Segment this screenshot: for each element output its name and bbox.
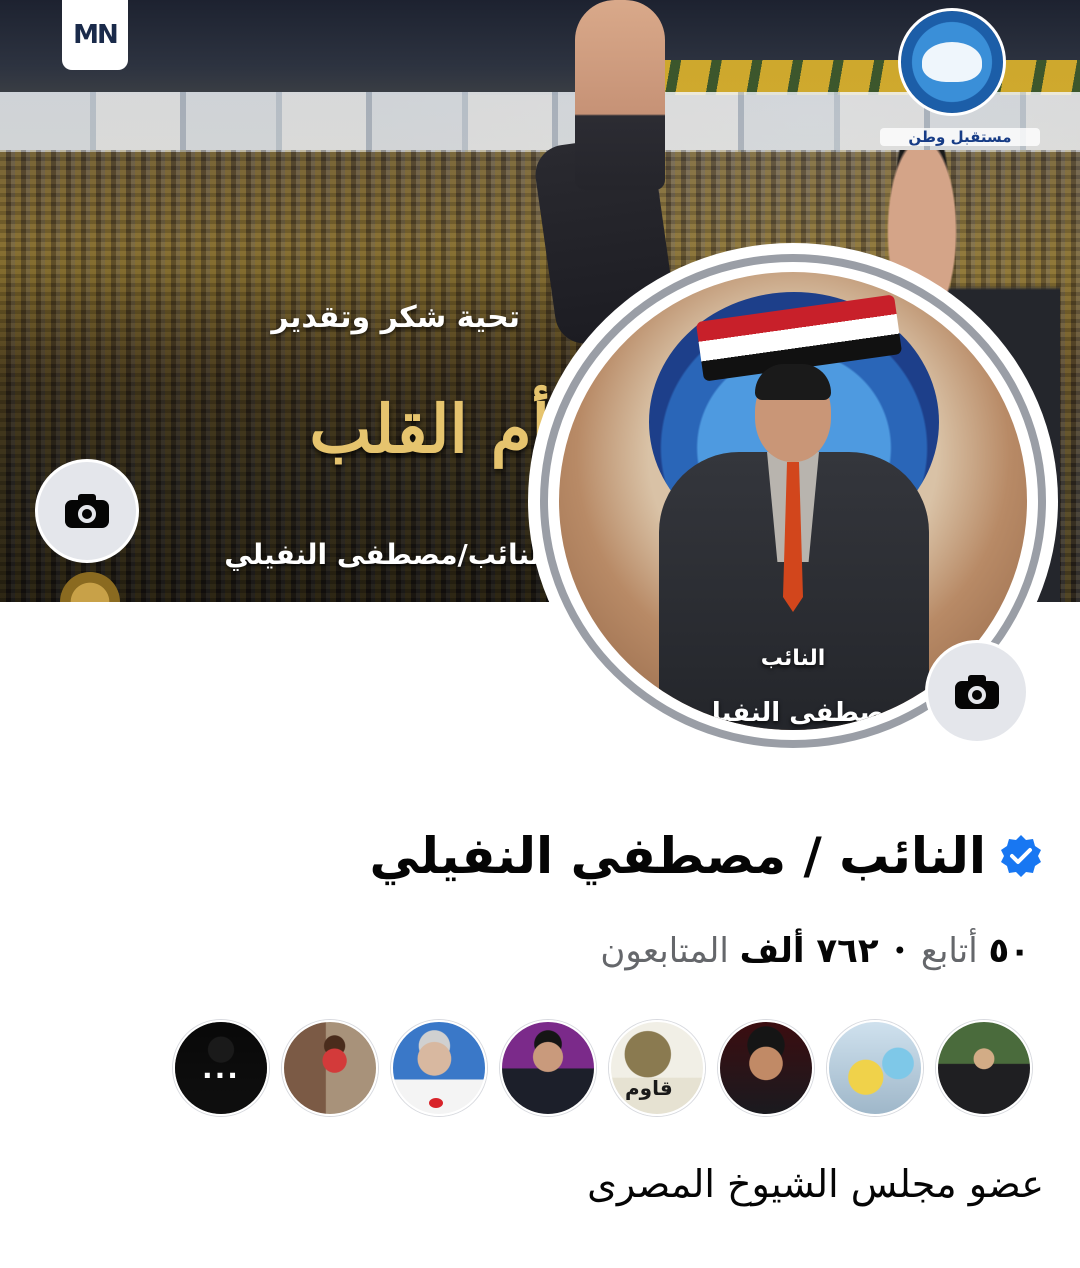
- verified-badge-icon[interactable]: [998, 833, 1044, 879]
- follower-avatar[interactable]: [282, 1020, 378, 1116]
- following-link[interactable]: ٥٠ أتابع: [921, 931, 1030, 971]
- page-bio: عضو مجلس الشيوخ المصرى: [587, 1162, 1044, 1206]
- follower-avatar[interactable]: [500, 1020, 596, 1116]
- cover-headline: تحية شكر وتقدير: [271, 300, 520, 335]
- victory-hand: [575, 0, 665, 190]
- more-followers-button[interactable]: ...: [173, 1020, 269, 1116]
- following-count: ٥٠: [988, 931, 1030, 971]
- follower-avatar[interactable]: قاوم: [609, 1020, 705, 1116]
- cover-calligraphy: أم القلب: [309, 390, 550, 468]
- edit-profile-picture-button[interactable]: [925, 640, 1029, 744]
- camera-icon: [955, 675, 999, 709]
- avatar-text: قاوم: [625, 1076, 673, 1100]
- follower-avatar[interactable]: [936, 1020, 1032, 1116]
- cover-name: النائب/مصطفى النفيلي: [224, 538, 550, 571]
- follower-avatars: قاوم ...: [173, 1020, 1032, 1116]
- stats-separator: •: [892, 937, 907, 965]
- eagle-icon: [922, 42, 982, 82]
- followers-label: المتابعون: [600, 931, 729, 971]
- following-label: أتابع: [920, 931, 978, 971]
- mn-logo: MN: [62, 0, 128, 70]
- hair: [755, 364, 831, 400]
- party-name: مستقبل وطن: [880, 128, 1040, 146]
- page-title: النائب / مصطفي النفيلي: [369, 827, 986, 885]
- page-name-row: النائب / مصطفي النفيلي: [369, 816, 1044, 896]
- camera-icon: [65, 494, 109, 528]
- follower-avatar[interactable]: [827, 1020, 923, 1116]
- more-dots-icon: ...: [175, 1022, 267, 1114]
- follow-stats: ٧٦٢ ألف المتابعون • ٥٠ أتابع: [600, 928, 1030, 974]
- edit-cover-photo-button[interactable]: [35, 459, 139, 563]
- party-logo: [898, 8, 1006, 116]
- followers-count: ٧٦٢ ألف: [739, 931, 879, 971]
- follower-avatar[interactable]: [718, 1020, 814, 1116]
- follower-avatar[interactable]: [391, 1020, 487, 1116]
- followers-link[interactable]: ٧٦٢ ألف المتابعون: [600, 931, 878, 971]
